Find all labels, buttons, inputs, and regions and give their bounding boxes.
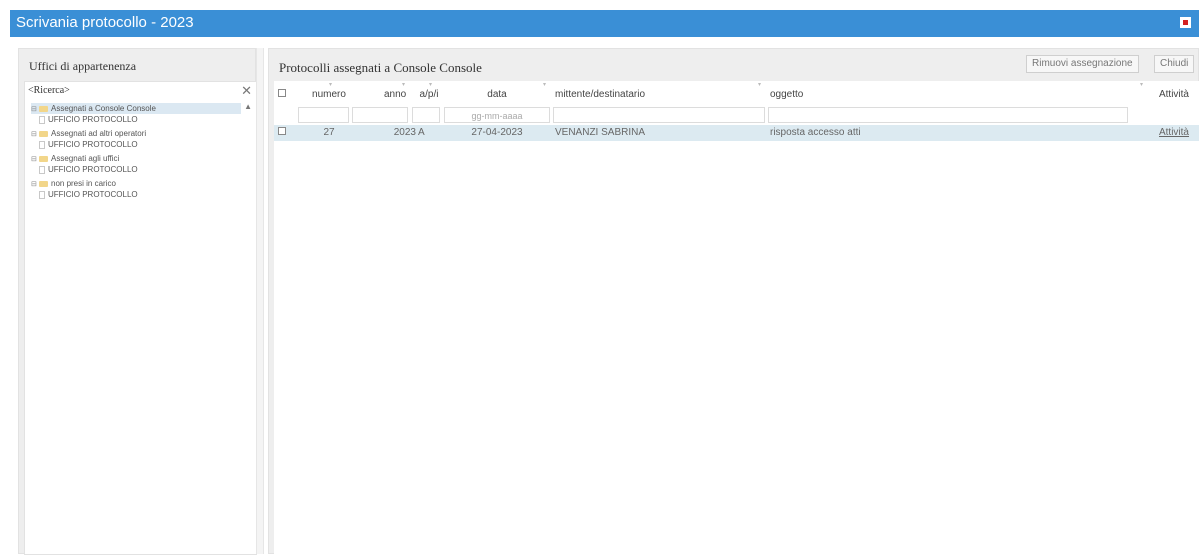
filter-arpi[interactable]	[412, 107, 440, 123]
tree-leaf-label: UFFICIO PROTOCOLLO	[48, 115, 138, 124]
app-titlebar: Scrivania protocollo - 2023	[0, 0, 1199, 42]
tree-node-not-taken[interactable]: ⊟ non presi in carico	[31, 178, 241, 189]
sort-icon: ▾	[329, 82, 333, 88]
col-header-label: anno	[384, 89, 407, 100]
col-header-label: Attività	[1158, 89, 1189, 100]
tree-leaf-office[interactable]: UFFICIO PROTOCOLLO	[31, 139, 241, 150]
folder-icon	[39, 180, 48, 187]
cell-oggetto: risposta accesso atti	[770, 127, 861, 138]
cell-arpi: A	[418, 127, 425, 138]
grid-filter-row: gg-mm-aaaa	[274, 105, 1199, 125]
tree-leaf-office[interactable]: UFFICIO PROTOCOLLO	[31, 114, 241, 125]
sort-icon: ▾	[1140, 82, 1144, 88]
col-header-oggetto[interactable]: ▾ oggetto	[758, 81, 970, 105]
collapse-icon[interactable]: ⊟	[31, 104, 39, 115]
filter-oggetto[interactable]	[768, 107, 1128, 123]
document-icon	[39, 165, 45, 174]
close-button[interactable]: Chiudi	[1154, 55, 1195, 73]
tree-node-label: non presi in carico	[51, 179, 116, 188]
attivita-link[interactable]: Attività	[1152, 125, 1196, 141]
row-checkbox-cell[interactable]	[278, 125, 298, 141]
folder-icon	[39, 155, 48, 162]
tree-node-assigned-offices[interactable]: ⊟ Assegnati agli uffici	[31, 153, 241, 164]
offices-panel: Uffici di appartenenza <Ricerca> ✕ ▲ ⊟ As…	[18, 48, 257, 555]
col-header-mittente[interactable]: ▾ mittente/destinatario	[543, 81, 755, 105]
document-icon	[39, 140, 45, 149]
protocols-panel: Protocolli assegnati a Console Console R…	[268, 48, 1199, 555]
collapse-icon[interactable]: ⊟	[31, 154, 39, 165]
collapse-icon[interactable]: ⊟	[31, 179, 39, 190]
clear-search-icon[interactable]: ✕	[241, 83, 252, 99]
col-header-label: a/p/i	[419, 89, 439, 100]
scroll-up-icon[interactable]: ▲	[244, 102, 252, 111]
panel-splitter[interactable]	[256, 48, 264, 554]
tree-node-label: Assegnati a Console Console	[51, 104, 156, 113]
protocols-panel-title: Protocolli assegnati a Console Console	[279, 60, 482, 75]
row-checkbox[interactable]	[278, 127, 286, 135]
document-icon	[39, 115, 45, 124]
filter-data[interactable]: gg-mm-aaaa	[444, 107, 550, 123]
tree-leaf-label: UFFICIO PROTOCOLLO	[48, 190, 138, 199]
tree-leaf-office[interactable]: UFFICIO PROTOCOLLO	[31, 164, 241, 175]
select-all-checkbox-cell[interactable]	[278, 81, 298, 105]
filter-numero[interactable]	[298, 107, 349, 123]
cell-mittente: VENANZI SABRINA	[555, 127, 646, 138]
select-all-checkbox[interactable]	[278, 89, 286, 97]
col-header-numero[interactable]: ▾ numero	[305, 81, 353, 105]
filter-mittente[interactable]	[553, 107, 765, 123]
tree-search-text[interactable]: <Ricerca>	[28, 85, 70, 96]
flag-icon[interactable]	[1180, 17, 1191, 28]
grid-header-row: ▾ numero ▾ anno ▾ a/p/i data ▾ mittente/dest…	[274, 81, 1199, 105]
cell-anno: 2023	[393, 127, 416, 138]
col-header-arpi[interactable]: ▾ a/p/i	[415, 81, 443, 105]
document-icon	[39, 190, 45, 199]
tree-node-label: Assegnati ad altri operatori	[51, 129, 147, 138]
window-title: Scrivania protocollo - 2023	[16, 14, 194, 31]
tree-node-assigned-other-operators[interactable]: ⊟ Assegnati ad altri operatori	[31, 128, 241, 139]
sort-icon: ▾	[758, 82, 762, 88]
folder-icon	[39, 105, 48, 112]
tree-node-assigned-to-me[interactable]: ⊟ Assegnati a Console Console	[31, 103, 241, 114]
tree-leaf-office[interactable]: UFFICIO PROTOCOLLO	[31, 189, 241, 200]
protocols-grid: ▾ numero ▾ anno ▾ a/p/i data ▾ mittente/dest…	[274, 81, 1199, 555]
folder-icon	[39, 130, 48, 137]
titlebar-bar: Scrivania protocollo - 2023	[10, 10, 1199, 37]
table-row[interactable]: 27 2023 A 27-04-2023 VENANZI SABRINA ris…	[274, 125, 1199, 141]
sort-icon: ▾	[429, 82, 433, 88]
tree-node-label: Assegnati agli uffici	[51, 154, 120, 163]
sort-icon: ▾	[402, 82, 406, 88]
tree-leaf-label: UFFICIO PROTOCOLLO	[48, 165, 138, 174]
tree-search[interactable]: <Ricerca> ✕	[25, 82, 258, 100]
col-header-data[interactable]: data	[472, 81, 522, 105]
sort-icon: ▾	[543, 82, 547, 88]
cell-numero: 27	[323, 127, 335, 138]
filter-anno[interactable]	[352, 107, 408, 123]
offices-tree: ⊟ Assegnati a Console Console UFFICIO PRO…	[31, 103, 241, 200]
offices-tree-container: <Ricerca> ✕ ▲ ⊟ Assegnati a Console Conso…	[24, 81, 257, 555]
offices-panel-title: Uffici di appartenenza	[29, 59, 137, 73]
col-header-label: oggetto	[770, 89, 804, 100]
col-header-label: numero	[312, 89, 346, 100]
remove-assignment-button[interactable]: Rimuovi assegnazione	[1026, 55, 1139, 73]
col-header-attivita[interactable]: ▾ Attività	[1140, 81, 1196, 105]
col-header-label: data	[487, 89, 507, 100]
tree-leaf-label: UFFICIO PROTOCOLLO	[48, 140, 138, 149]
collapse-icon[interactable]: ⊟	[31, 129, 39, 140]
cell-data: 27-04-2023	[471, 127, 523, 138]
col-header-label: mittente/destinatario	[555, 89, 646, 100]
